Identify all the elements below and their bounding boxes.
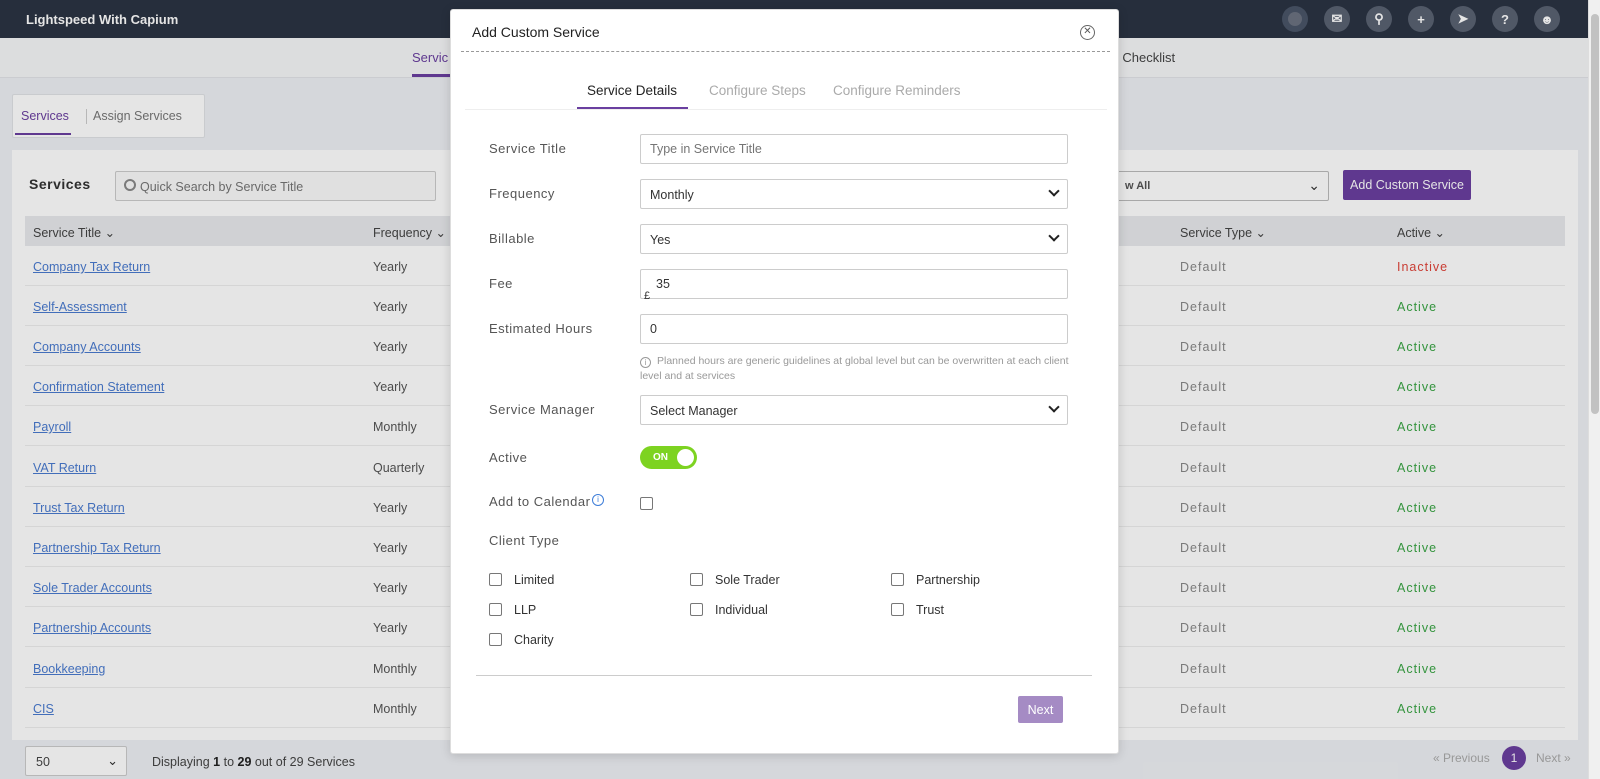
estimated-hours-label: Estimated Hours: [489, 321, 593, 336]
info-icon: i: [640, 357, 651, 368]
hours-hint: i Planned hours are generic guidelines at…: [640, 354, 1080, 384]
client-type-trust-checkbox[interactable]: [891, 603, 904, 616]
service-manager-select[interactable]: Select Manager: [640, 395, 1068, 425]
client-type-limited-checkbox[interactable]: [489, 573, 502, 586]
service-manager-label: Service Manager: [489, 402, 595, 417]
modal-title: Add Custom Service: [472, 24, 600, 40]
page-scrollbar[interactable]: [1588, 0, 1600, 779]
hours-hint-text: Planned hours are generic guidelines at …: [640, 355, 1069, 382]
tab-configure-reminders[interactable]: Configure Reminders: [833, 83, 961, 98]
modal-footer-rule: [476, 675, 1092, 676]
frequency-select[interactable]: Monthly: [640, 179, 1068, 209]
service-title-label: Service Title: [489, 141, 567, 156]
tab-service-details[interactable]: Service Details: [587, 83, 677, 98]
frequency-label: Frequency: [489, 186, 555, 201]
service-title-input[interactable]: [640, 134, 1068, 164]
client-type-individual-checkbox[interactable]: [690, 603, 703, 616]
active-toggle[interactable]: ON: [640, 446, 697, 469]
next-button[interactable]: Next: [1018, 696, 1063, 723]
modal-divider: [461, 51, 1110, 52]
client-type-charity-label: Charity: [514, 633, 554, 647]
chevron-down-icon: [1048, 230, 1060, 242]
client-type-partnership-label: Partnership: [916, 573, 980, 587]
client-type-partnership-checkbox[interactable]: [891, 573, 904, 586]
fee-input[interactable]: [640, 269, 1068, 299]
toggle-knob: [677, 449, 694, 466]
info-icon[interactable]: i: [592, 494, 604, 506]
client-type-llp-checkbox[interactable]: [489, 603, 502, 616]
client-type-limited-label: Limited: [514, 573, 555, 587]
active-label: Active: [489, 450, 528, 465]
billable-value: Yes: [650, 233, 671, 247]
fee-label: Fee: [489, 276, 513, 291]
client-type-sole-trader-label: Sole Trader: [715, 573, 780, 587]
client-type-charity-checkbox[interactable]: [489, 633, 502, 646]
client-type-trust-label: Trust: [916, 603, 945, 617]
active-toggle-label: ON: [653, 452, 668, 463]
tab-rule: [465, 109, 1107, 110]
billable-select[interactable]: Yes: [640, 224, 1068, 254]
close-icon[interactable]: ✕: [1080, 25, 1095, 40]
client-type-sole-trader-checkbox[interactable]: [690, 573, 703, 586]
estimated-hours-input[interactable]: [640, 314, 1068, 344]
currency-symbol: £: [644, 290, 651, 302]
client-type-label: Client Type: [489, 533, 560, 548]
add-to-calendar-label: Add to Calendar: [489, 494, 591, 509]
service-manager-value: Select Manager: [650, 404, 738, 418]
chevron-down-icon: [1048, 185, 1060, 197]
scrollbar-thumb[interactable]: [1591, 14, 1599, 414]
client-type-individual-label: Individual: [715, 603, 768, 617]
frequency-value: Monthly: [650, 188, 694, 202]
billable-label: Billable: [489, 231, 535, 246]
add-to-calendar-checkbox[interactable]: [640, 497, 653, 510]
client-type-llp-label: LLP: [514, 603, 537, 617]
add-custom-service-modal: Add Custom Service ✕ Service Details Con…: [450, 9, 1119, 754]
tab-configure-steps[interactable]: Configure Steps: [709, 83, 806, 98]
chevron-down-icon: [1048, 401, 1060, 413]
